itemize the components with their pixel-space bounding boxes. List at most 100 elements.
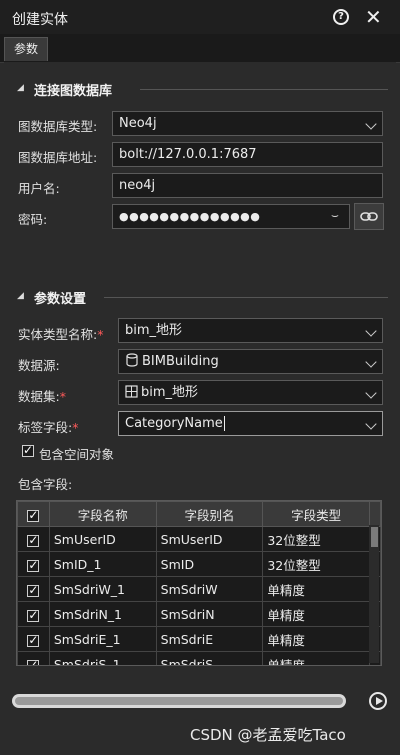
- table-row[interactable]: ✓ SmSdriE_1 SmSdriE 单精度: [17, 626, 381, 652]
- section-divider: [104, 297, 388, 298]
- tag-field-combobox[interactable]: CategoryName: [118, 411, 383, 436]
- db-type-label: 图数据库类型:: [18, 119, 98, 134]
- include-spatial-label: 包含空间对象: [39, 447, 115, 462]
- db-address-input[interactable]: bolt://127.0.0.1:7687: [112, 142, 383, 167]
- field-type-cell[interactable]: 单精度: [262, 576, 371, 602]
- entity-type-label: 实体类型名称:*: [18, 324, 103, 343]
- field-type-cell[interactable]: 单精度: [262, 651, 371, 665]
- datasource-label: 数据源:: [18, 358, 60, 373]
- tab-params[interactable]: 参数: [4, 37, 48, 61]
- datasource-select[interactable]: BIMBuilding: [118, 349, 383, 374]
- text-caret: [223, 416, 225, 431]
- db-type-select[interactable]: Neo4j: [112, 111, 383, 136]
- tag-field-label-text: 标签字段:: [18, 420, 73, 435]
- row-checkbox-cell[interactable]: ✓: [17, 601, 50, 627]
- field-name-cell[interactable]: SmSdriN_1: [48, 601, 157, 627]
- database-icon: [126, 353, 138, 367]
- field-name-cell[interactable]: SmUserID: [48, 526, 157, 552]
- datasource-value: BIMBuilding: [142, 354, 219, 369]
- username-label: 用户名:: [18, 181, 60, 196]
- row-checkbox[interactable]: ✓: [27, 659, 40, 665]
- row-checkbox[interactable]: ✓: [27, 534, 40, 547]
- eye-closed-icon[interactable]: ⌣: [331, 208, 339, 223]
- required-mark: *: [59, 389, 66, 404]
- entity-type-value: bim_地形: [125, 323, 183, 338]
- field-type-cell[interactable]: 单精度: [262, 601, 371, 627]
- password-label: 密码:: [18, 212, 48, 227]
- chevron-down-icon: [365, 356, 377, 368]
- window-title: 创建实体: [12, 12, 68, 28]
- chevron-down-icon: [365, 387, 377, 399]
- table-scroll-thumb[interactable]: [371, 527, 378, 547]
- field-name-cell[interactable]: SmSdriW_1: [48, 576, 157, 602]
- horizontal-scroll-thumb[interactable]: [15, 697, 343, 705]
- row-checkbox-cell[interactable]: ✓: [17, 651, 50, 665]
- dataset-label-text: 数据集:: [18, 389, 60, 404]
- chevron-down-icon: [365, 118, 377, 130]
- username-input[interactable]: neo4j: [112, 173, 383, 198]
- field-alias-cell[interactable]: SmSdriS: [155, 651, 264, 665]
- field-type-cell[interactable]: 单精度: [262, 626, 371, 652]
- column-header-alias[interactable]: 字段别名: [155, 501, 264, 527]
- field-type-cell[interactable]: 32位整型: [262, 526, 371, 552]
- grid-dataset-icon: [125, 385, 138, 398]
- link-icon: [360, 212, 378, 221]
- db-address-label: 图数据库地址:: [18, 150, 98, 165]
- include-fields-label: 包含字段:: [18, 477, 73, 492]
- db-type-value: Neo4j: [119, 116, 157, 131]
- field-alias-cell[interactable]: SmSdriW: [155, 576, 264, 602]
- field-name-cell[interactable]: SmSdriE_1: [48, 626, 157, 652]
- entity-type-select[interactable]: bim_地形: [118, 318, 383, 343]
- chevron-down-icon: [365, 325, 377, 337]
- table-row[interactable]: ✓ SmSdriS_1 SmSdriS 单精度: [17, 651, 381, 665]
- field-alias-cell[interactable]: SmSdriN: [155, 601, 264, 627]
- section-title-connect: 连接图数据库: [34, 84, 113, 99]
- row-checkbox[interactable]: ✓: [27, 559, 40, 572]
- dataset-value: bim_地形: [141, 385, 199, 400]
- password-input[interactable]: ●●●●●●●●●●●●●●: [112, 204, 350, 229]
- select-all-header[interactable]: ✓: [17, 501, 50, 527]
- select-all-checkbox[interactable]: ✓: [27, 509, 40, 522]
- dataset-label: 数据集:*: [18, 386, 66, 405]
- column-header-name[interactable]: 字段名称: [48, 501, 157, 527]
- table-row[interactable]: ✓ SmUserID SmUserID 32位整型: [17, 526, 381, 552]
- field-type-cell[interactable]: 32位整型: [262, 551, 371, 577]
- row-checkbox-cell[interactable]: ✓: [17, 551, 50, 577]
- row-checkbox-cell[interactable]: ✓: [17, 526, 50, 552]
- row-checkbox[interactable]: ✓: [27, 634, 40, 647]
- row-checkbox-cell[interactable]: ✓: [17, 626, 50, 652]
- table-row[interactable]: ✓ SmSdriN_1 SmSdriN 单精度: [17, 601, 381, 627]
- table-row[interactable]: ✓ SmID_1 SmID 32位整型: [17, 551, 381, 577]
- section-divider: [140, 89, 388, 90]
- required-mark: *: [97, 327, 104, 342]
- field-alias-cell[interactable]: SmID: [155, 551, 264, 577]
- collapse-triangle-icon[interactable]: ◢: [17, 291, 24, 301]
- tag-field-value: CategoryName: [125, 416, 223, 431]
- column-header-type[interactable]: 字段类型: [262, 501, 371, 527]
- row-checkbox[interactable]: ✓: [27, 584, 40, 597]
- chevron-down-icon: [365, 418, 377, 430]
- password-value: ●●●●●●●●●●●●●●: [119, 210, 261, 223]
- help-icon[interactable]: ?: [333, 9, 349, 25]
- fields-table: ✓ 字段名称 字段别名 字段类型 ✓ SmUserID SmUserID 32位…: [16, 500, 382, 666]
- close-icon[interactable]: ✕: [365, 5, 382, 29]
- section-title-params: 参数设置: [34, 292, 87, 307]
- include-spatial-checkbox[interactable]: ✓: [22, 444, 34, 457]
- tag-field-label: 标签字段:*: [18, 417, 78, 436]
- row-checkbox[interactable]: ✓: [27, 609, 40, 622]
- collapse-triangle-icon[interactable]: ◢: [17, 83, 24, 93]
- table-row[interactable]: ✓ SmSdriW_1 SmSdriW 单精度: [17, 576, 381, 602]
- field-name-cell[interactable]: SmID_1: [48, 551, 157, 577]
- field-alias-cell[interactable]: SmUserID: [155, 526, 264, 552]
- row-checkbox-cell[interactable]: ✓: [17, 576, 50, 602]
- entity-type-label-text: 实体类型名称:: [18, 327, 98, 342]
- field-name-cell[interactable]: SmSdriS_1: [48, 651, 157, 665]
- dataset-select[interactable]: bim_地形: [118, 380, 383, 405]
- link-button[interactable]: [354, 203, 384, 230]
- tab-strip: [0, 34, 400, 63]
- field-alias-cell[interactable]: SmSdriE: [155, 626, 264, 652]
- column-header-spacer: [369, 501, 381, 527]
- play-icon[interactable]: [369, 692, 387, 710]
- table-header-row: ✓ 字段名称 字段别名 字段类型: [17, 501, 381, 527]
- required-mark: *: [72, 420, 79, 435]
